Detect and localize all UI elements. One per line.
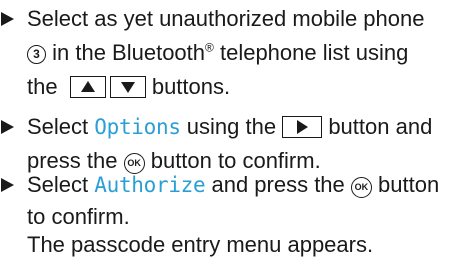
instruction-list: Select as yet unauthorized mobile phone … <box>0 0 464 261</box>
step-text: buttons. <box>145 74 231 99</box>
bullet-triangle-icon <box>1 120 14 134</box>
menu-item-authorize: Authorize <box>94 173 206 197</box>
step-1-line-2: 3 in the Bluetooth® telephone list using <box>27 36 408 70</box>
registered-mark: ® <box>205 40 214 55</box>
ok-icon: OK <box>350 177 372 198</box>
step-text: button and <box>322 114 433 139</box>
step-text: in the Bluetooth <box>46 40 206 65</box>
step-text: to confirm. <box>27 204 130 229</box>
step-text: Select <box>27 114 95 139</box>
step-text: button <box>371 172 440 197</box>
right-button <box>282 116 323 138</box>
menu-item-options: Options <box>94 115 181 139</box>
step-1-line-1: Select as yet unauthorized mobile phone <box>27 2 424 36</box>
step-2-line-1: Select Options using the button and <box>27 110 432 144</box>
step-3-line-1: Select Authorize and press the OK button <box>27 168 439 202</box>
bullet-triangle-icon <box>1 178 14 192</box>
step-text: using the <box>180 114 277 139</box>
down-arrow-icon <box>120 82 135 93</box>
step-text: Select as yet unauthorized mobile phone <box>27 6 425 31</box>
step-text: and press the <box>205 172 351 197</box>
bullet-triangle-icon <box>1 12 14 26</box>
step-text: the <box>27 74 58 99</box>
step-text: Select <box>27 172 95 197</box>
up-button <box>69 76 106 98</box>
step-text: telephone list using <box>213 40 409 65</box>
result-text: The passcode entry menu appears. <box>27 232 374 257</box>
step-3-line-3: The passcode entry menu appears. <box>27 228 373 262</box>
right-arrow-icon <box>297 120 309 134</box>
step-1-line-3: the buttons. <box>27 70 230 104</box>
callout-number-icon: 3 <box>27 45 46 64</box>
up-arrow-icon <box>80 81 95 92</box>
down-button <box>109 76 146 98</box>
